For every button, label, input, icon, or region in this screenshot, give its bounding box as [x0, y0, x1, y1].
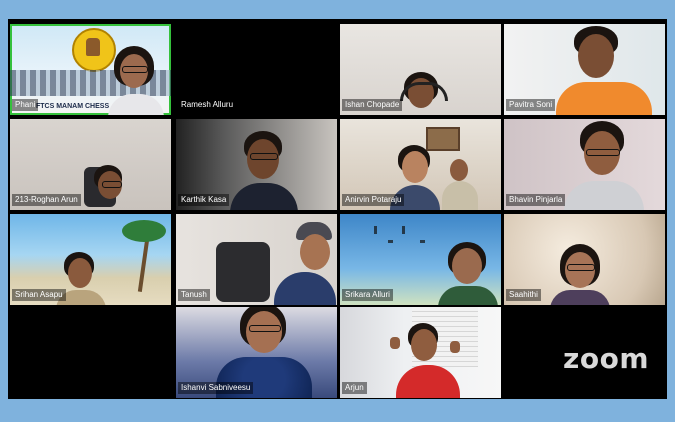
video-tile-ishanvi-sabniveesu[interactable]: Ishanvi Sabniveesu — [176, 307, 337, 398]
participant-name: Bhavin Pinjarla — [506, 194, 566, 206]
video-tile-pavitra-soni[interactable]: Pavitra Soni — [504, 24, 665, 115]
video-tile-anirvin-potaraju[interactable]: Anirvin Potaraju — [340, 119, 501, 210]
participant-name: Ishanvi Sabniveesu — [178, 382, 254, 394]
video-tile-ramesh-alluru[interactable]: Ramesh Alluru — [176, 24, 337, 115]
video-tile-phani[interactable]: FTCS MANAM CHESS Phani — [10, 24, 171, 115]
participant-name: Karthik Kasa — [178, 194, 230, 206]
chess-club-banner: FTCS MANAM CHESS — [36, 103, 110, 110]
office-chair — [216, 242, 270, 302]
participant-name: Phani — [12, 99, 39, 111]
participant-name: Saahithi — [506, 289, 541, 301]
participant-name: Ramesh Alluru — [178, 99, 237, 111]
video-tile-karthik-kasa[interactable]: Karthik Kasa — [176, 119, 337, 210]
video-tile-ishan-chopade[interactable]: Ishan Chopade — [340, 24, 501, 115]
participant-name: Srihan Asapu — [12, 289, 66, 301]
video-tile-saahithi[interactable]: Saahithi — [504, 214, 665, 305]
video-tile-bhavin-pinjarla[interactable]: Bhavin Pinjarla — [504, 119, 665, 210]
video-tile-tanush[interactable]: Tanush — [176, 214, 337, 305]
participant-name: Anirvin Potaraju — [342, 194, 405, 206]
video-tile-213-roghan-arun[interactable]: 213-Roghan Arun — [10, 119, 171, 210]
wall-picture — [426, 127, 460, 151]
zoom-logo: zoom — [563, 342, 649, 375]
chess-club-logo — [72, 28, 116, 72]
participant-name: Tanush — [178, 289, 210, 301]
participant-name: Pavitra Soni — [506, 99, 556, 111]
zoom-gallery-view: FTCS MANAM CHESS Phani Ramesh Alluru Ish… — [8, 19, 667, 399]
video-tile-arjun[interactable]: Arjun — [340, 307, 501, 398]
video-tile-srihan-asapu[interactable]: Srihan Asapu — [10, 214, 171, 305]
video-tile-srikara-alluri[interactable]: Srikara Alluri — [340, 214, 501, 305]
participant-name: Arjun — [342, 382, 367, 394]
participant-name: 213-Roghan Arun — [12, 194, 81, 206]
participant-name: Ishan Chopade — [342, 99, 403, 111]
game-background — [370, 224, 440, 274]
palm-tree-backdrop — [122, 216, 166, 292]
participant-name: Srikara Alluri — [342, 289, 393, 301]
